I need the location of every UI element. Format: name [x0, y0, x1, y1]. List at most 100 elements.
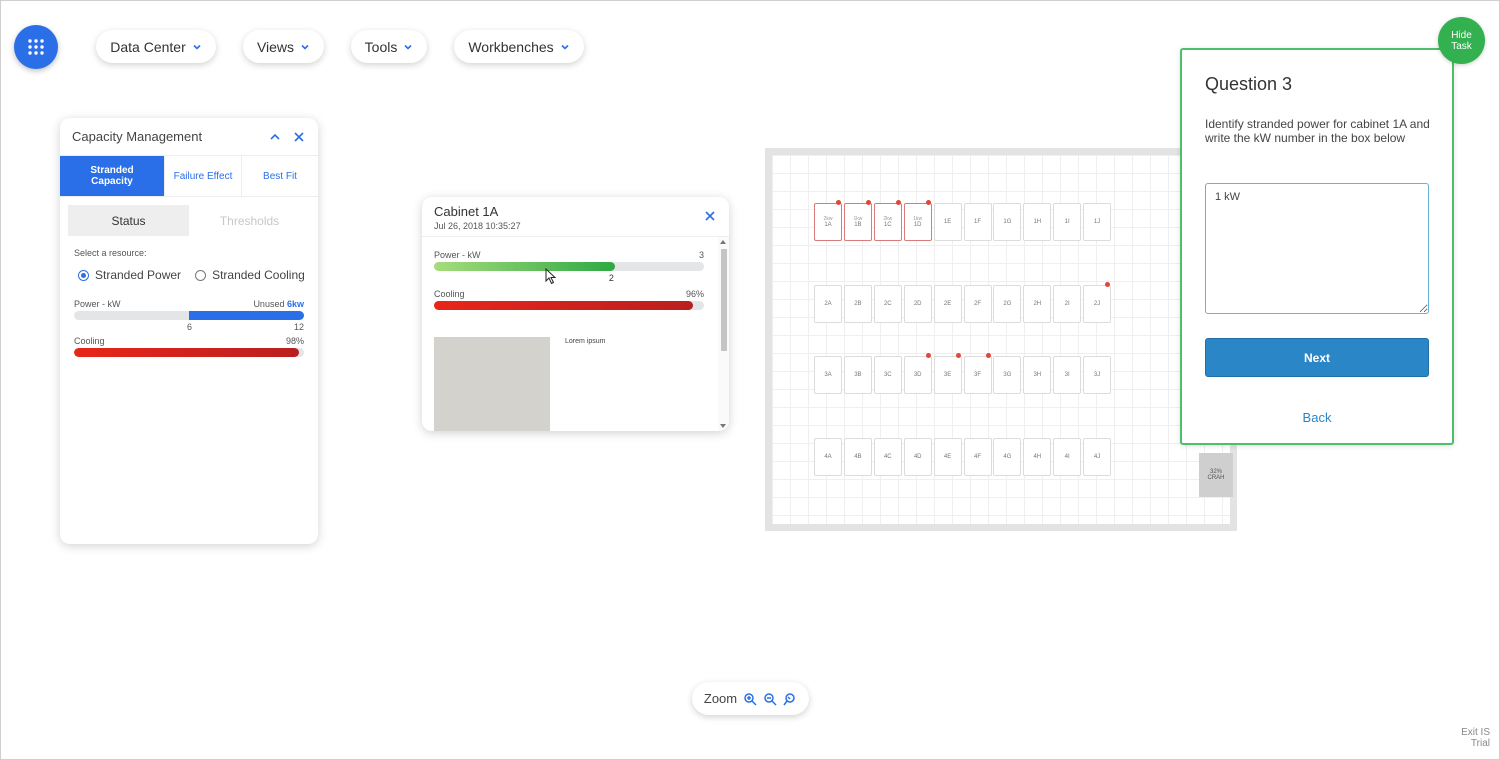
cabinet-cell[interactable]: 3J — [1083, 356, 1112, 394]
hide-task-line1: Hide — [1451, 29, 1472, 41]
hide-task-button[interactable]: Hide Task — [1438, 17, 1485, 64]
power-label: Power - kW — [434, 250, 481, 260]
cabinet-cell[interactable]: 4F — [963, 438, 992, 476]
scroll-down-icon[interactable] — [720, 424, 726, 428]
cabinet-cell[interactable]: 2C — [873, 285, 902, 323]
cabinet-label: 2E — [943, 301, 952, 307]
cabinet-cell[interactable]: 1G — [993, 203, 1022, 241]
cabinet-label: 4F — [973, 454, 981, 460]
cabinet-cell[interactable]: 3G — [993, 356, 1022, 394]
power-fill — [434, 262, 615, 271]
cabinet-label: 1A — [824, 222, 832, 228]
apps-menu-button[interactable] — [14, 25, 58, 69]
cabinet-label: 2H — [1033, 301, 1042, 307]
cabinet-cell[interactable]: 2H — [1023, 285, 1052, 323]
scroll-up-icon[interactable] — [720, 240, 726, 244]
hide-task-line2: Task — [1451, 40, 1472, 52]
cabinet-label: 2C — [883, 301, 892, 307]
cooling-value: 96% — [685, 289, 704, 299]
menu-tools[interactable]: Tools — [351, 30, 427, 63]
cabinet-cell[interactable]: 4I — [1053, 438, 1082, 476]
cabinet-cell[interactable]: 4E — [933, 438, 962, 476]
cabinet-cell[interactable]: 1J — [1083, 203, 1112, 241]
cabinet-cell[interactable]: 1I — [1053, 203, 1082, 241]
cabinet-metrics: Power - kW 3 2 Cooling 96% — [434, 250, 704, 310]
zoom-out-icon[interactable] — [763, 692, 777, 706]
alert-dot-icon — [955, 353, 961, 358]
crah-unit[interactable]: 32% CRAH — [1199, 453, 1233, 497]
cabinet-cell[interactable]: 3A — [814, 356, 842, 394]
close-icon[interactable] — [704, 210, 716, 222]
cabinet-label: 4J — [1093, 454, 1101, 460]
cabinet-timestamp: Jul 26, 2018 10:35:27 — [434, 221, 521, 231]
cabinet-cell[interactable]: 3B — [843, 356, 872, 394]
cabinet-cell[interactable]: 4J — [1083, 438, 1112, 476]
cooling-metric-header: Cooling 98% — [74, 336, 304, 346]
cooling-label: Cooling — [74, 336, 105, 346]
cabinet-cell[interactable]: 3F — [963, 356, 992, 394]
cabinet-cell[interactable]: 1H — [1023, 203, 1052, 241]
cabinet-cell[interactable]: 2kw 1A — [814, 203, 842, 241]
cabinet-label: 2G — [1003, 301, 1012, 307]
close-icon[interactable] — [292, 130, 306, 144]
alert-dot-icon — [865, 200, 871, 205]
unused-summary: Unused 6kw — [253, 299, 304, 309]
tab-failure-effect[interactable]: Failure Effect — [165, 156, 242, 196]
cooling-bar — [74, 348, 304, 357]
cooling-fill — [434, 301, 694, 310]
cooling-value: 98% — [285, 336, 304, 346]
cabinet-cell[interactable]: 2F — [963, 285, 992, 323]
cabinet-cell[interactable]: 3E — [933, 356, 962, 394]
cabinet-cell[interactable]: 2J — [1083, 285, 1112, 323]
cabinet-label: 2B — [854, 301, 862, 307]
cabinet-cell[interactable]: 2kw 1C — [873, 203, 902, 241]
cabinet-cell[interactable]: 1kw 1D — [903, 203, 932, 241]
alert-dot-icon — [925, 353, 931, 358]
cabinet-cell[interactable]: 4D — [903, 438, 932, 476]
next-button[interactable]: Next — [1205, 338, 1429, 377]
cabinet-cell[interactable]: 4H — [1023, 438, 1052, 476]
capacity-tabs: Stranded Capacity Failure Effect Best Fi… — [60, 156, 318, 197]
chevron-down-icon — [561, 44, 569, 50]
capacity-management-panel: Capacity Management Stranded Capacity Fa… — [60, 118, 318, 544]
zoom-in-icon[interactable] — [743, 692, 757, 706]
cabinet-cell[interactable]: 1E — [933, 203, 962, 241]
cabinet-label: 3H — [1033, 372, 1042, 378]
back-link[interactable]: Back — [1182, 410, 1452, 425]
menu-data-center[interactable]: Data Center — [96, 30, 216, 63]
cabinet-cell[interactable]: 4G — [993, 438, 1022, 476]
cabinet-cell[interactable]: 3H — [1023, 356, 1052, 394]
menu-views[interactable]: Views — [243, 30, 324, 63]
cabinet-label: 4A — [824, 454, 832, 460]
cabinet-cell[interactable]: 3D — [903, 356, 932, 394]
cabinet-cell[interactable]: 2D — [903, 285, 932, 323]
resource-radio-group: Stranded Power Stranded Cooling — [78, 268, 318, 282]
cabinet-cell[interactable]: 2I — [1053, 285, 1082, 323]
cabinet-cell[interactable]: 4B — [843, 438, 872, 476]
menu-workbenches[interactable]: Workbenches — [454, 30, 584, 63]
answer-input[interactable] — [1205, 183, 1429, 314]
cabinet-cell[interactable]: 3I — [1053, 356, 1082, 394]
cabinet-cell[interactable]: 1F — [963, 203, 992, 241]
scroll-thumb[interactable] — [721, 249, 727, 351]
panel-title: Capacity Management — [72, 129, 203, 144]
exit-trial-link[interactable]: Exit IS Trial — [1461, 727, 1490, 749]
collapse-icon[interactable] — [268, 130, 282, 144]
tab-stranded-capacity[interactable]: Stranded Capacity — [60, 156, 165, 196]
tab-best-fit[interactable]: Best Fit — [242, 156, 318, 196]
cabinet-cell[interactable]: 4C — [873, 438, 902, 476]
cabinet-cell[interactable]: 2A — [814, 285, 842, 323]
cabinet-cell[interactable]: 1kw 1B — [843, 203, 872, 241]
cabinet-cell[interactable]: 2E — [933, 285, 962, 323]
cabinet-cell[interactable]: 4A — [814, 438, 842, 476]
cabinet-cell[interactable]: 2B — [843, 285, 872, 323]
radio-stranded-power[interactable]: Stranded Power — [78, 268, 181, 282]
cabinet-cell[interactable]: 2G — [993, 285, 1022, 323]
segment-status[interactable]: Status — [68, 205, 189, 236]
scrollbar[interactable] — [718, 237, 729, 431]
cabinet-label: 3D — [913, 372, 922, 378]
radio-stranded-cooling[interactable]: Stranded Cooling — [195, 268, 305, 282]
segment-thresholds[interactable]: Thresholds — [189, 205, 310, 236]
zoom-reset-icon[interactable] — [783, 692, 797, 706]
cabinet-cell[interactable]: 3C — [873, 356, 902, 394]
